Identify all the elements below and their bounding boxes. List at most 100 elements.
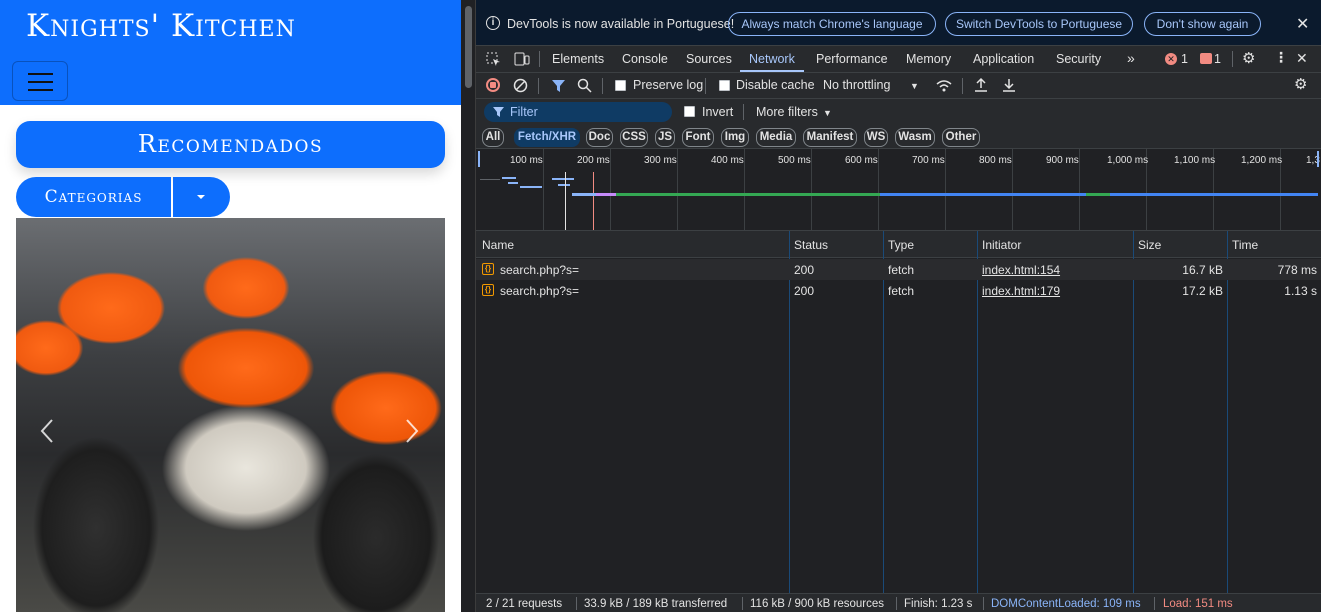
type-filter-doc[interactable]: Doc <box>586 128 613 147</box>
column-header-name[interactable]: Name <box>482 238 514 252</box>
network-overview-timeline[interactable]: 100 ms 200 ms 300 ms 400 ms 500 ms 600 m… <box>476 149 1321 231</box>
scrollbar-thumb[interactable] <box>465 6 472 88</box>
timeline-tick: 100 ms <box>510 155 543 166</box>
resource-type-filters: All Fetch/XHR Doc CSS JS Font Img Media … <box>476 125 1321 149</box>
inspect-element-icon[interactable] <box>486 52 501 67</box>
waterfall-bar <box>1086 193 1110 196</box>
table-row[interactable]: {} search.php?s= 200 fetch index.html:15… <box>476 259 1321 280</box>
chevron-down-icon[interactable]: ▼ <box>823 108 832 118</box>
divider <box>896 597 897 610</box>
type-filter-other[interactable]: Other <box>942 128 980 147</box>
active-tab-indicator <box>740 70 804 72</box>
tab-performance[interactable]: Performance <box>816 52 888 66</box>
column-header-type[interactable]: Type <box>888 238 914 252</box>
menu-toggle-button[interactable] <box>12 61 68 101</box>
dont-show-again-button[interactable]: Don't show again <box>1144 12 1261 36</box>
timeline-tick: 900 ms <box>1046 155 1079 166</box>
recommended-button[interactable]: Recomendados <box>16 121 445 168</box>
timeline-handle-left[interactable] <box>478 151 480 167</box>
switch-language-button[interactable]: Switch DevTools to Portuguese <box>945 12 1133 36</box>
error-count[interactable]: 1 <box>1181 52 1188 66</box>
table-row[interactable]: {} search.php?s= 200 fetch index.html:17… <box>476 280 1321 301</box>
type-filter-js[interactable]: JS <box>655 128 675 147</box>
import-har-icon[interactable] <box>974 77 988 93</box>
categories-button[interactable]: Categorias <box>16 177 171 217</box>
tab-memory[interactable]: Memory <box>906 52 951 66</box>
summary-load: Load: 151 ms <box>1163 598 1233 610</box>
type-filter-ws[interactable]: WS <box>864 128 888 147</box>
request-time: 778 ms <box>1277 263 1317 277</box>
column-header-status[interactable]: Status <box>794 238 828 252</box>
type-filter-wasm[interactable]: Wasm <box>895 128 935 147</box>
waterfall-bar <box>508 182 518 184</box>
request-status: 200 <box>794 284 815 298</box>
carousel-next-button[interactable] <box>405 418 419 444</box>
carousel-prev-button[interactable] <box>40 418 54 444</box>
brand-logo[interactable]: Knights' Kitchen <box>26 8 296 44</box>
waterfall-bar <box>520 186 542 188</box>
food-carousel <box>16 218 445 612</box>
device-toolbar-icon[interactable] <box>514 51 530 67</box>
timeline-gridline <box>1012 149 1013 230</box>
request-name[interactable]: search.php?s= <box>500 263 579 277</box>
preserve-log-label[interactable]: Preserve log <box>633 78 703 92</box>
close-devtools-icon[interactable]: ✕ <box>1296 50 1308 67</box>
categories-dropdown-toggle[interactable] <box>173 177 230 217</box>
issue-count[interactable]: 1 <box>1214 52 1221 66</box>
request-type: fetch <box>888 284 915 298</box>
throttling-select[interactable]: No throttling <box>823 78 890 92</box>
always-match-language-button[interactable]: Always match Chrome's language <box>728 12 936 36</box>
type-filter-all[interactable]: All <box>482 128 504 147</box>
type-filter-img[interactable]: Img <box>721 128 749 147</box>
tab-application[interactable]: Application <box>973 52 1034 66</box>
disable-cache-checkbox[interactable] <box>719 80 730 91</box>
network-settings-gear-icon[interactable]: ⚙ <box>1294 75 1307 93</box>
panel-splitter[interactable] <box>461 0 476 612</box>
tab-elements[interactable]: Elements <box>552 52 604 66</box>
column-header-size[interactable]: Size <box>1138 238 1161 252</box>
clear-log-icon[interactable] <box>513 78 528 93</box>
chevron-down-icon[interactable]: ▼ <box>910 81 919 91</box>
timeline-gridline <box>1079 149 1080 230</box>
more-filters-dropdown[interactable]: More filters <box>756 105 818 119</box>
timeline-handle-right[interactable] <box>1317 151 1319 167</box>
more-options-icon[interactable]: ⋮ <box>1274 49 1288 66</box>
issues-icon[interactable] <box>1200 53 1212 64</box>
tab-network[interactable]: Network <box>749 52 795 66</box>
search-icon[interactable] <box>577 78 592 93</box>
more-tabs-icon[interactable]: » <box>1127 50 1135 66</box>
network-conditions-icon[interactable] <box>935 78 953 93</box>
disable-cache-label[interactable]: Disable cache <box>736 78 815 92</box>
type-filter-manifest[interactable]: Manifest <box>803 128 857 147</box>
type-filter-media[interactable]: Media <box>756 128 796 147</box>
type-filter-css[interactable]: CSS <box>620 128 648 147</box>
close-icon[interactable]: ✕ <box>1296 14 1309 34</box>
filter-input[interactable]: Filter <box>484 102 672 122</box>
tab-console[interactable]: Console <box>622 52 668 66</box>
request-initiator-link[interactable]: index.html:179 <box>982 284 1060 298</box>
summary-finish: Finish: 1.23 s <box>904 598 973 610</box>
request-name[interactable]: search.php?s= <box>500 284 579 298</box>
column-header-time[interactable]: Time <box>1232 238 1258 252</box>
type-filter-font[interactable]: Font <box>682 128 714 147</box>
settings-gear-icon[interactable]: ⚙ <box>1242 49 1255 67</box>
timeline-tick: 300 ms <box>644 155 677 166</box>
filter-funnel-icon[interactable] <box>551 79 566 93</box>
divider <box>602 78 603 94</box>
divider <box>742 597 743 610</box>
request-initiator-link[interactable]: index.html:154 <box>982 263 1060 277</box>
record-stop-icon[interactable] <box>486 78 500 92</box>
waterfall-bar <box>502 177 516 179</box>
export-har-icon[interactable] <box>1002 77 1016 93</box>
tab-security[interactable]: Security <box>1056 52 1101 66</box>
site-navbar: Knights' Kitchen <box>0 0 461 105</box>
dom-content-loaded-marker <box>593 172 594 230</box>
invert-checkbox[interactable] <box>684 106 695 117</box>
type-filter-fetch-xhr[interactable]: Fetch/XHR <box>514 128 580 147</box>
invert-label[interactable]: Invert <box>702 105 733 119</box>
timeline-tick: 200 ms <box>577 155 610 166</box>
error-icon[interactable]: ✕ <box>1165 53 1177 65</box>
column-header-initiator[interactable]: Initiator <box>982 238 1021 252</box>
tab-sources[interactable]: Sources <box>686 52 732 66</box>
preserve-log-checkbox[interactable] <box>615 80 626 91</box>
